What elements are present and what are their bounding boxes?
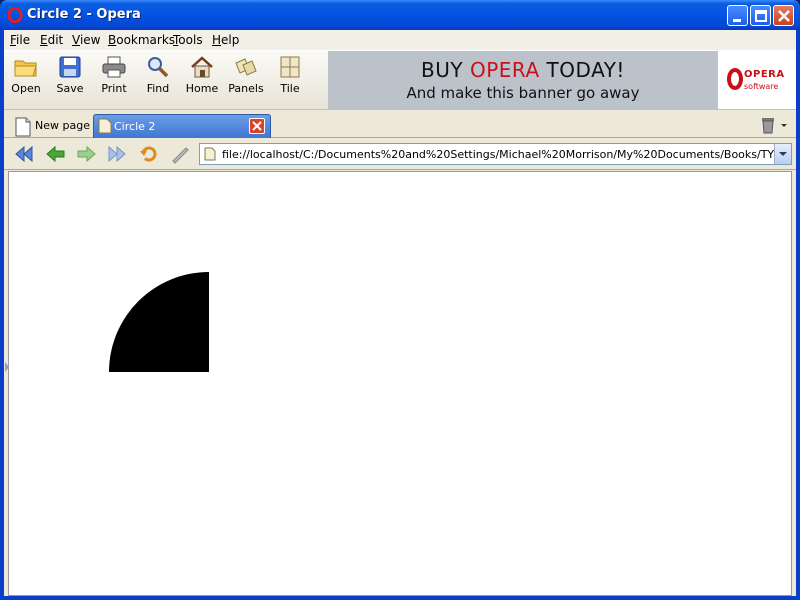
tab-close-button[interactable] [249,118,265,134]
client-area: File Edit View Bookmarks Tools Help Open… [4,30,796,596]
tile-icon [280,56,300,78]
trash-button[interactable] [759,116,789,137]
main-toolbar: Open Save Print Find Home Panels Tile BU… [4,50,796,110]
quarter-circle-shape [109,272,209,372]
navigation-bar [4,138,796,170]
opera-icon [7,7,23,23]
page-icon [204,147,216,161]
menu-edit[interactable]: Edit [40,33,63,47]
opera-o-icon [727,68,743,90]
menu-bar: File Edit View Bookmarks Tools Help [4,30,796,50]
address-bar[interactable] [199,143,792,165]
save-button[interactable]: Save [48,53,92,107]
svg-canvas [109,272,209,372]
tab-bar: New page Circle 2 [4,110,796,138]
magnifier-icon [148,57,169,78]
tab-new-page[interactable]: New page [10,114,90,138]
url-input[interactable] [222,144,774,164]
print-button[interactable]: Print [92,53,136,107]
panels-button[interactable]: Panels [224,53,268,107]
maximize-icon [755,10,767,22]
opera-window: Circle 2 - Opera File Edit View Bookmark… [0,0,800,600]
window-title: Circle 2 - Opera [27,7,141,22]
printer-icon [102,56,126,78]
pencil-icon [172,147,189,164]
ad-banner[interactable]: BUY OPERA TODAY! And make this banner go… [328,51,718,109]
forward-button[interactable] [74,143,98,165]
minimize-icon [733,19,741,22]
find-button[interactable]: Find [136,53,180,107]
page-icon [98,118,112,134]
rewind-icon [15,145,33,163]
new-page-icon [15,117,31,137]
menu-file[interactable]: File [10,33,30,47]
back-arrow-icon [46,145,65,163]
close-icon [252,121,262,131]
open-button[interactable]: Open [4,53,48,107]
banner-subline: And make this banner go away [406,84,640,102]
title-bar[interactable]: Circle 2 - Opera [0,0,800,30]
tab-circle-2[interactable]: Circle 2 [93,114,271,138]
floppy-icon [59,56,81,78]
fast-forward-icon [108,145,126,163]
opera-software-logo[interactable]: OPERA software [718,51,796,109]
reload-button[interactable] [137,143,161,165]
menu-view[interactable]: View [72,33,100,47]
menu-help[interactable]: Help [212,33,239,47]
maximize-button[interactable] [750,5,771,26]
folder-icon [14,60,37,77]
address-dropdown-button[interactable] [774,144,791,164]
close-icon [778,10,790,22]
menu-bookmarks[interactable]: Bookmarks [108,33,175,47]
minimize-button[interactable] [727,5,748,26]
forward-arrow-icon [77,145,96,163]
chevron-down-icon [779,152,787,156]
back-button[interactable] [44,143,68,165]
home-icon [191,56,213,78]
trash-icon [762,118,787,134]
edit-button[interactable] [168,143,192,165]
fast-forward-button[interactable] [105,143,129,165]
home-button[interactable]: Home [180,53,224,107]
page-content[interactable] [5,171,792,596]
tile-button[interactable]: Tile [268,53,312,107]
close-button[interactable] [773,5,794,26]
menu-tools[interactable]: Tools [173,33,203,47]
banner-headline: BUY OPERA TODAY! [421,58,625,82]
panels-icon [235,58,257,76]
reload-icon [140,146,157,162]
rewind-button[interactable] [12,143,36,165]
